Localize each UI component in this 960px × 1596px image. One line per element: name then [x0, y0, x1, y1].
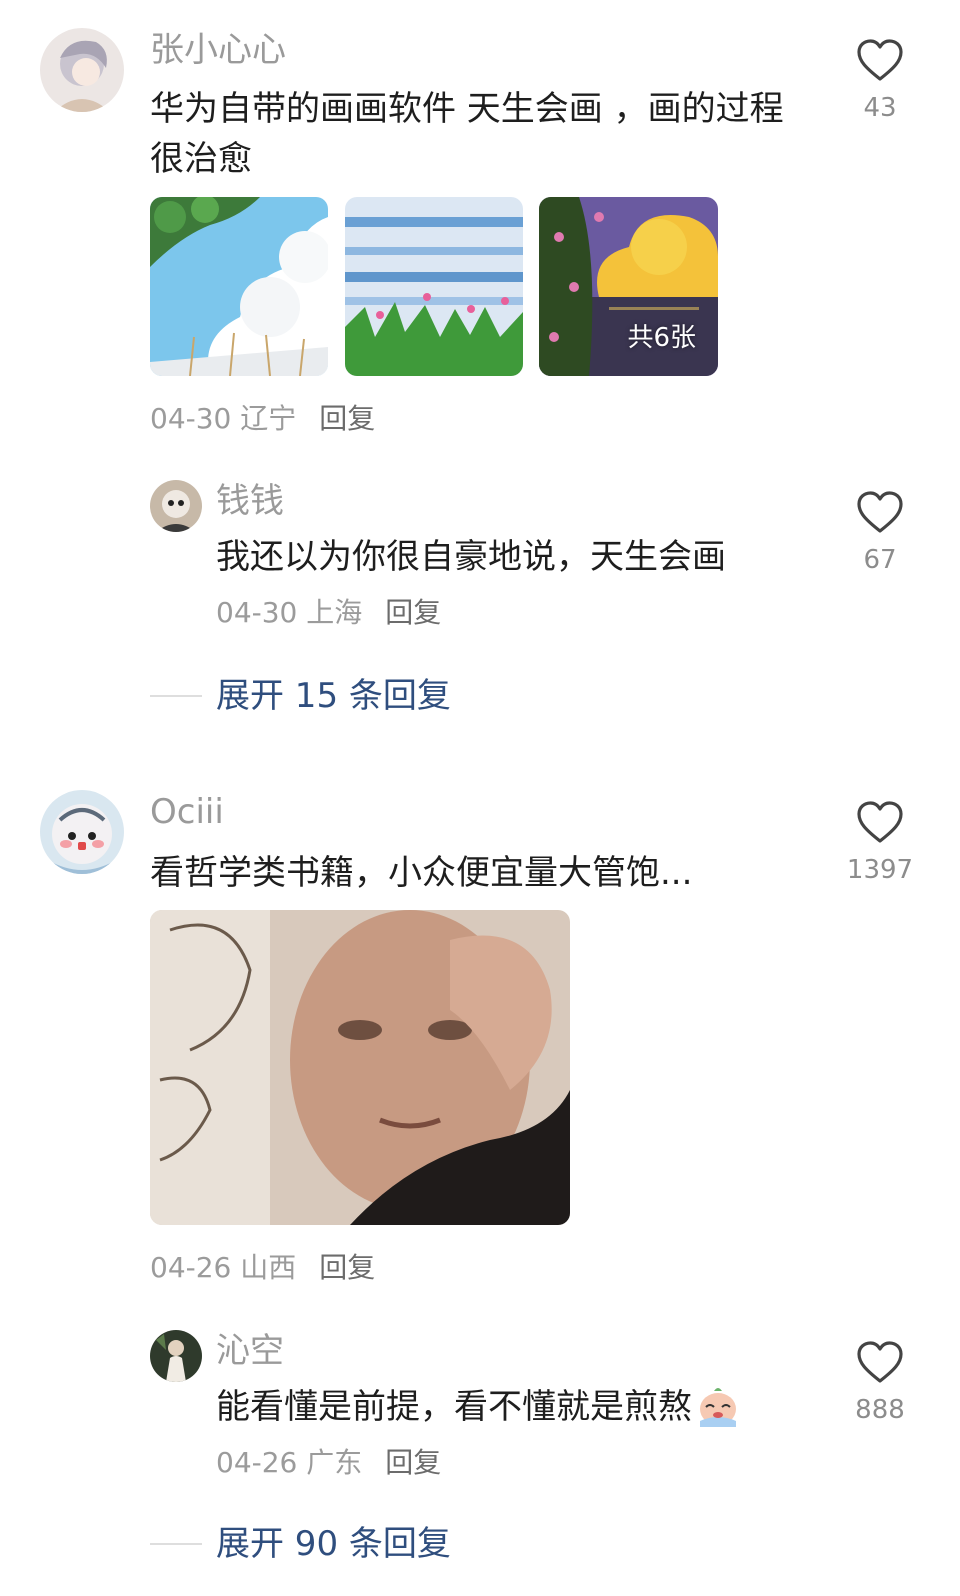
comment-image[interactable] [345, 197, 523, 376]
avatar[interactable] [40, 28, 124, 112]
comment-text: 华为自带的画画软件 天生会画 ，画的过程很治愈 [150, 89, 784, 179]
comment-item: Ociii 看哲学类书籍，小众便宜量大管饱... 1397 04-26 山西 回… [0, 770, 960, 1596]
reply-location: 上海 [306, 596, 363, 629]
heart-outline-icon [857, 491, 903, 533]
reply-button[interactable]: 回复 [385, 1446, 441, 1479]
divider [150, 695, 202, 697]
divider [150, 1543, 202, 1545]
reply-button[interactable]: 回复 [319, 402, 375, 435]
reply-text: 能看懂是前提，看不懂就是煎熬 [216, 1387, 692, 1427]
reply-text: 我还以为你很自豪地说，天生会画 [216, 537, 726, 577]
comment-meta: 04-26 山西 回复 [150, 1251, 375, 1285]
heart-outline-icon [857, 1341, 903, 1383]
image-count-badge: 共6张 [627, 323, 696, 353]
expand-replies-button[interactable]: 展开 15 条回复 [150, 676, 451, 716]
heart-outline-icon [857, 39, 903, 81]
reply-date: 04-26 [216, 1446, 298, 1479]
like-button[interactable]: 888 [845, 1340, 915, 1426]
comment-text: 看哲学类书籍，小众便宜量大管饱... [150, 853, 693, 893]
comment-date: 04-26 [150, 1251, 232, 1284]
avatar[interactable] [40, 790, 124, 874]
comment-meta: 04-30 辽宁 回复 [150, 402, 375, 436]
comment-item: 张小心心 华为自带的画画软件 天生会画 ，画的过程很治愈 43 共6张 04-3… [0, 0, 960, 740]
like-button[interactable]: 67 [845, 490, 915, 576]
comment-date: 04-30 [150, 402, 232, 435]
reply-location: 广东 [306, 1446, 363, 1479]
like-count: 43 [863, 93, 897, 123]
heart-outline-icon [857, 801, 903, 843]
comment-location: 山西 [240, 1251, 297, 1284]
username[interactable]: 张小心心 [150, 30, 286, 70]
reply-button[interactable]: 回复 [385, 596, 441, 629]
comment-image[interactable]: 共6张 [539, 197, 718, 376]
reply-text-row: 能看懂是前提，看不懂就是煎熬 [216, 1382, 816, 1432]
like-count: 67 [863, 545, 897, 575]
like-button[interactable]: 43 [845, 38, 915, 124]
avatar[interactable] [150, 480, 202, 532]
avatar[interactable] [150, 1330, 202, 1382]
expand-replies-label: 展开 90 条回复 [216, 1524, 451, 1564]
crying-face-emoji-icon [700, 1388, 736, 1427]
expand-replies-label: 展开 15 条回复 [216, 676, 451, 716]
username[interactable]: Ociii [150, 792, 224, 832]
reply-date: 04-30 [216, 596, 298, 629]
like-button[interactable]: 1397 [835, 800, 925, 886]
like-count: 1397 [846, 855, 914, 885]
like-count: 888 [855, 1395, 905, 1425]
username[interactable]: 沁空 [216, 1331, 284, 1371]
reply-button[interactable]: 回复 [319, 1251, 375, 1284]
comment-image[interactable] [150, 910, 570, 1225]
expand-replies-button[interactable]: 展开 90 条回复 [150, 1524, 451, 1564]
comment-image[interactable] [150, 197, 328, 376]
username[interactable]: 钱钱 [216, 481, 284, 521]
reply-meta: 04-30 上海 回复 [216, 596, 441, 630]
comment-location: 辽宁 [240, 402, 297, 435]
reply-meta: 04-26 广东 回复 [216, 1446, 441, 1480]
